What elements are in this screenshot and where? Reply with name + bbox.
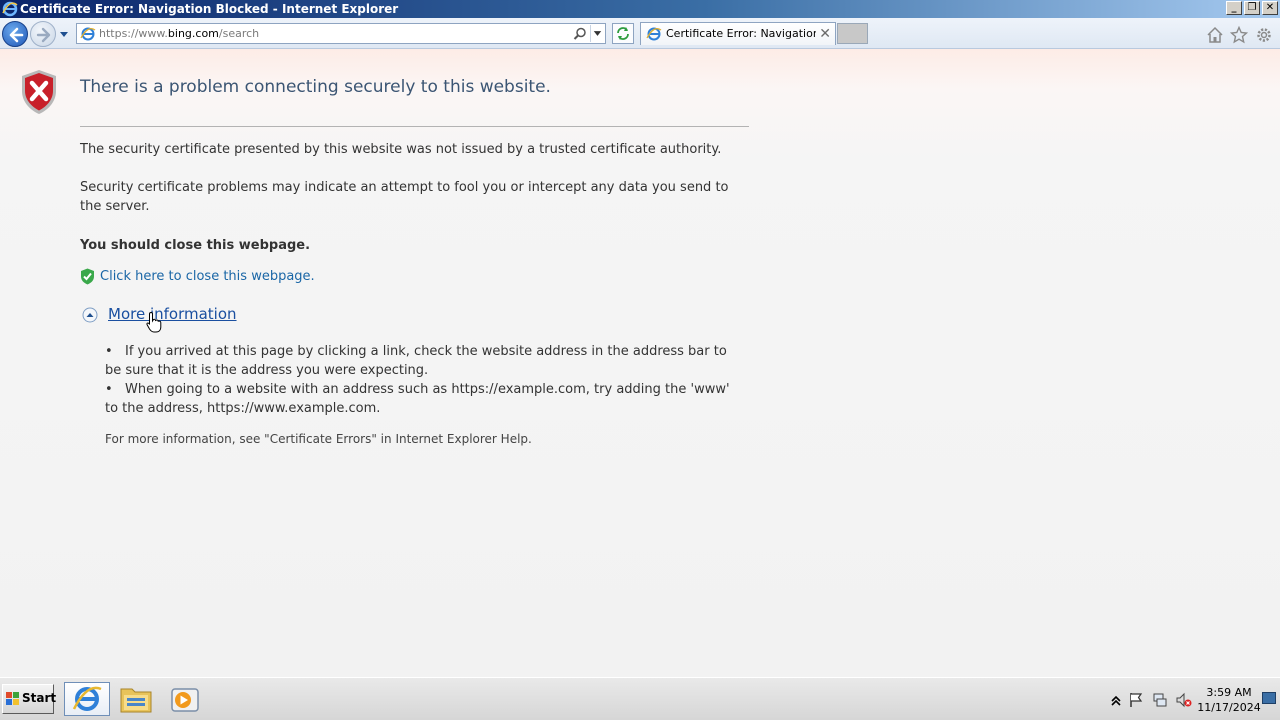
system-clock[interactable]: 3:59 AM 11/17/2024	[1196, 685, 1262, 715]
more-information-link[interactable]: More information	[108, 305, 237, 323]
refresh-button[interactable]	[612, 23, 634, 44]
back-arrow-icon	[9, 27, 24, 43]
tab-close-icon[interactable]: ✕	[819, 25, 831, 43]
divider	[80, 126, 749, 127]
minimize-button[interactable]: _	[1226, 1, 1242, 15]
folder-icon	[120, 688, 152, 713]
media-player-icon	[171, 688, 199, 712]
navigation-bar: https://www.bing.com/search Certificate …	[0, 18, 1280, 49]
more-information-row[interactable]: More information	[82, 305, 282, 327]
refresh-icon	[617, 27, 629, 40]
address-url[interactable]: https://www.bing.com/search	[99, 24, 559, 43]
search-icon[interactable]	[573, 27, 587, 41]
home-icon[interactable]	[1206, 26, 1224, 44]
forward-arrow-icon	[36, 27, 51, 43]
collapse-chevron-up-icon[interactable]	[82, 307, 98, 323]
ie-page-icon	[80, 27, 96, 41]
favorites-star-icon[interactable]	[1230, 26, 1248, 44]
recommendation-text: You should close this webpage.	[80, 238, 311, 253]
taskbar: Start 3:59 AM 11/17/2024	[0, 677, 1280, 720]
list-item-text: If you arrived at this page by clicking …	[105, 344, 727, 378]
windows-flag-icon	[6, 692, 19, 705]
window-title: Certificate Error: Navigation Blocked - …	[20, 2, 399, 16]
address-dropdown-icon[interactable]	[590, 25, 604, 42]
action-center-flag-icon[interactable]	[1128, 692, 1144, 708]
security-warning-text: Security certificate problems may indica…	[80, 180, 729, 214]
show-desktop-button[interactable]	[1262, 692, 1276, 704]
page-content: There is a problem connecting securely t…	[0, 49, 1280, 677]
close-webpage-row[interactable]: Click here to close this webpage.	[80, 268, 380, 288]
page-title: There is a problem connecting securely t…	[80, 77, 551, 97]
help-reference-text: For more information, see "Certificate E…	[105, 432, 532, 446]
url-suffix: /search	[218, 27, 260, 40]
ie-page-icon	[646, 27, 662, 41]
tools-gear-icon[interactable]	[1255, 26, 1273, 44]
ie-logo-icon	[72, 686, 102, 711]
list-item-text: When going to a website with an address …	[105, 382, 730, 416]
tab-certificate-error[interactable]: Certificate Error: Navigation ... ✕	[640, 22, 836, 45]
recent-pages-dropdown-icon[interactable]	[58, 28, 70, 40]
green-shield-check-icon	[81, 268, 94, 285]
start-button[interactable]: Start	[2, 684, 57, 714]
list-item: • If you arrived at this page by clicking…	[105, 344, 727, 378]
url-prefix: https://www.	[99, 27, 168, 40]
back-button[interactable]	[2, 21, 28, 47]
network-icon[interactable]	[1152, 692, 1168, 708]
new-tab-button[interactable]	[837, 23, 868, 44]
security-shield-error-icon	[22, 70, 56, 114]
list-item: • When going to a website with an address…	[105, 382, 730, 416]
more-info-list: • If you arrived at this page by clicking…	[105, 342, 745, 418]
clock-time: 3:59 AM	[1206, 686, 1252, 699]
taskbar-file-explorer[interactable]	[114, 682, 160, 716]
close-webpage-link[interactable]: Click here to close this webpage.	[100, 269, 315, 284]
volume-muted-icon[interactable]	[1176, 692, 1192, 708]
taskbar-internet-explorer[interactable]	[64, 682, 110, 716]
taskbar-media-player[interactable]	[168, 682, 214, 716]
hand-pointer-cursor-icon	[146, 311, 162, 333]
forward-button[interactable]	[30, 21, 56, 47]
window-title-bar[interactable]: Certificate Error: Navigation Blocked - …	[0, 0, 1280, 18]
close-window-button[interactable]: ✕	[1262, 1, 1278, 15]
certificate-issue-text: The security certificate presented by th…	[80, 142, 722, 157]
start-label: Start	[22, 691, 57, 705]
show-hidden-icons-chevron-up-icon[interactable]	[1108, 692, 1124, 708]
url-domain: bing.com	[167, 27, 219, 40]
tab-label: Certificate Error: Navigation ...	[666, 27, 816, 40]
address-bar[interactable]: https://www.bing.com/search	[76, 23, 606, 44]
restore-button[interactable]: ❐	[1244, 1, 1260, 15]
ie-logo-icon	[2, 1, 18, 17]
clock-date: 11/17/2024	[1197, 701, 1261, 714]
